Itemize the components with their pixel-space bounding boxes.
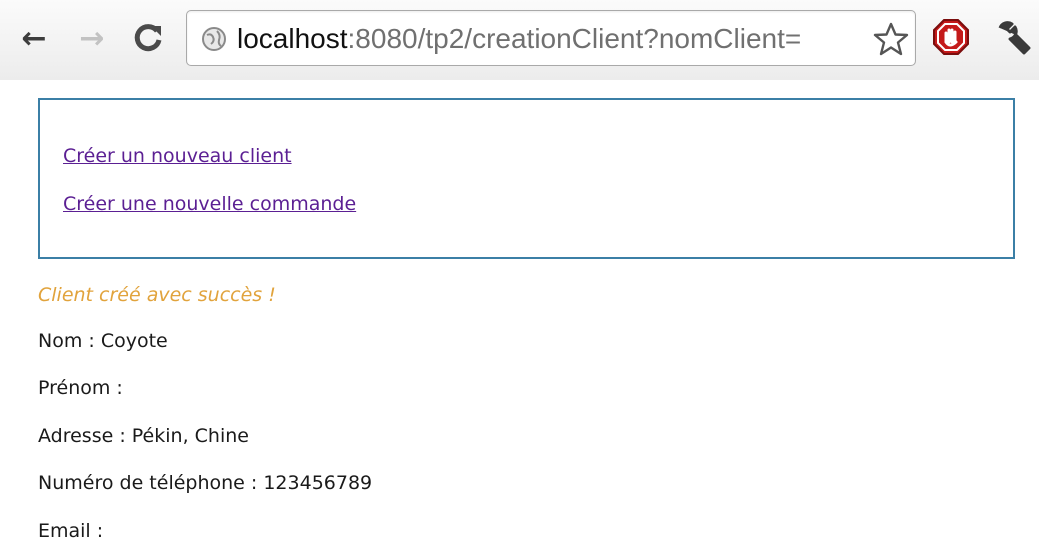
arrow-left-icon: ← — [21, 20, 47, 56]
client-last-name: Nom : Coyote — [38, 330, 168, 352]
client-phone: Numéro de téléphone : 123456789 — [38, 472, 373, 494]
url-host: localhost — [237, 23, 348, 54]
success-message: Client créé avec succès ! — [38, 284, 276, 306]
star-icon[interactable] — [873, 21, 909, 57]
navigation-menu: Créer un nouveau client Créer une nouvel… — [38, 98, 1015, 259]
address-bar[interactable]: localhost:8080/tp2/creationClient?nomCli… — [186, 10, 916, 66]
arrow-right-icon: → — [79, 20, 105, 56]
wrench-icon[interactable] — [994, 18, 1034, 58]
client-first-name: Prénom : — [38, 377, 123, 399]
create-client-link[interactable]: Créer un nouveau client — [63, 145, 292, 167]
create-order-link[interactable]: Créer une nouvelle commande — [63, 193, 356, 215]
reload-icon — [134, 24, 162, 52]
client-address: Adresse : Pékin, Chine — [38, 425, 249, 447]
forward-button[interactable]: → — [74, 18, 110, 58]
stop-sign-icon[interactable] — [932, 18, 970, 56]
browser-toolbar: ← → localhost:8080/tp2/creationClient?no… — [0, 0, 1039, 80]
globe-icon — [202, 27, 226, 51]
url-text[interactable]: localhost:8080/tp2/creationClient?nomCli… — [237, 23, 801, 55]
back-button[interactable]: ← — [16, 18, 52, 58]
reload-button[interactable] — [130, 18, 166, 58]
url-path: :8080/tp2/creationClient?nomClient= — [347, 23, 802, 54]
